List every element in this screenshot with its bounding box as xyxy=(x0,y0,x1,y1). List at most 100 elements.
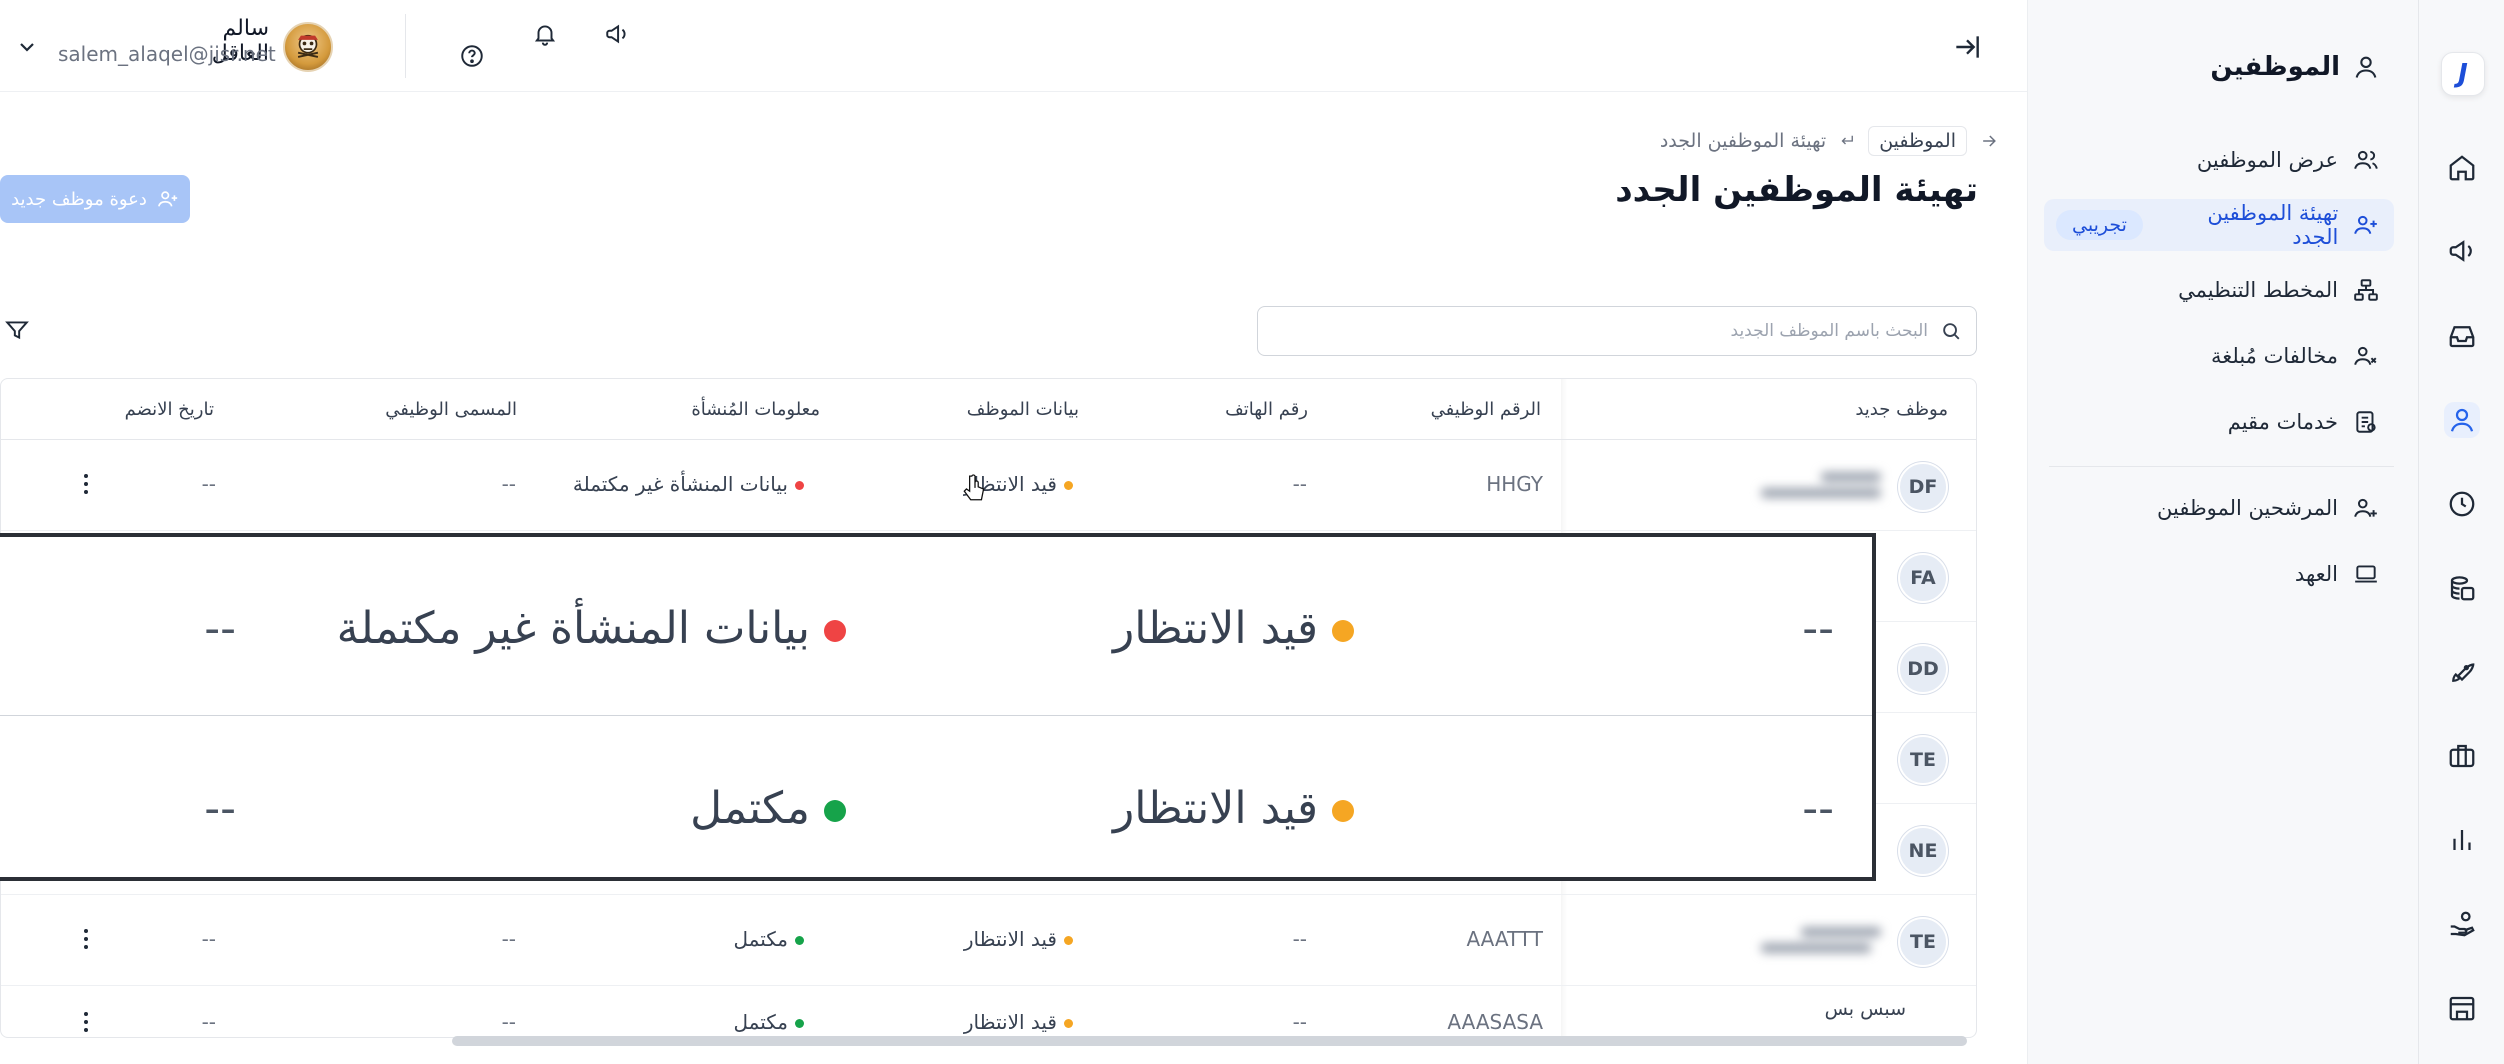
blurred-name xyxy=(1761,466,1891,506)
employee-id-cell: HHGY xyxy=(1486,472,1543,496)
chart-icon[interactable] xyxy=(2444,822,2480,858)
phone-cell: -- xyxy=(1802,603,1834,654)
logo-icon[interactable]: J xyxy=(2441,52,2485,96)
pending-dot-icon xyxy=(1064,481,1073,490)
column-header-new-employee: موظف جديد xyxy=(1855,399,1948,420)
breadcrumb-current: تهيئة الموظفين الجدد xyxy=(1659,130,1827,152)
job-title-cell: -- xyxy=(501,472,516,496)
phone-cell: -- xyxy=(1292,472,1307,496)
help-icon[interactable] xyxy=(457,41,487,71)
inbox-icon[interactable] xyxy=(2444,318,2480,354)
briefcase-icon[interactable] xyxy=(2444,738,2480,774)
avatar: DF xyxy=(1898,462,1948,512)
hand-coin-icon[interactable] xyxy=(2444,906,2480,942)
user-plus-icon xyxy=(2352,211,2380,239)
employees-icon[interactable] xyxy=(2444,402,2480,438)
phone-cell: -- xyxy=(1292,1010,1307,1034)
sidebar-item-candidates[interactable]: المرشحين الموظفين xyxy=(2044,482,2394,534)
sidebar-item-muqeem-services[interactable]: خدمات مقيم xyxy=(2044,396,2394,448)
employee-name: سبس بس xyxy=(1824,998,1906,1020)
establishment-status-cell: مكتمل xyxy=(690,783,846,834)
table-row[interactable]: DF HHGY -- قيد الانتظار بيانات المنشأة غ… xyxy=(1,440,1976,531)
zoom-magnifier: -- قيد الانتظار بيانات المنشأة غير مكتمل… xyxy=(0,533,1876,881)
column-header-employee-id: الرقم الوظيفي xyxy=(1430,399,1541,420)
horizontal-scrollbar[interactable] xyxy=(452,1036,1967,1046)
join-date-cell: -- xyxy=(201,1010,216,1034)
coins-icon[interactable] xyxy=(2444,570,2480,606)
incomplete-dot-icon xyxy=(824,620,846,642)
sidebar-item-org-chart[interactable]: المخطط التنظيمي xyxy=(2044,264,2394,316)
filter-icon[interactable] xyxy=(4,317,30,343)
join-date-cell: -- xyxy=(201,472,216,496)
chevron-down-icon[interactable] xyxy=(12,32,42,62)
incomplete-dot-icon xyxy=(795,481,804,490)
table-row[interactable]: TE AAATTT -- قيد الانتظار مكتمل -- -- xyxy=(1,895,1976,986)
megaphone-icon[interactable] xyxy=(2444,233,2480,269)
sidebar-item-onboarding[interactable]: تهيئة الموظفين الجدد تجريبي xyxy=(2044,199,2394,251)
zoom-row: -- قيد الانتظار مكتمل -- xyxy=(0,725,1872,895)
job-title-cell: -- xyxy=(501,1010,516,1034)
clock-icon[interactable] xyxy=(2444,486,2480,522)
row-menu-icon[interactable] xyxy=(79,470,93,498)
column-header-job-title: المسمى الوظيفي xyxy=(385,399,517,420)
avatar: DD xyxy=(1898,644,1948,694)
sidebar-item-violations[interactable]: مخالفات مُبلغة xyxy=(2044,330,2394,382)
avatar: NE xyxy=(1898,826,1948,876)
arrow-right-icon[interactable] xyxy=(1979,131,1999,151)
employee-status-cell: قيد الانتظار xyxy=(964,927,1073,951)
job-title-cell: -- xyxy=(501,927,516,951)
column-header-employee-data: بيانات الموظف xyxy=(966,399,1079,420)
side-panel: الموظفين عرض الموظفين تهيئة الموظفين الج… xyxy=(2027,0,2418,1064)
establishment-status-cell: بيانات المنشأة غير مكتملة xyxy=(337,603,846,654)
collapse-sidebar-icon[interactable] xyxy=(1950,30,1984,64)
search-icon xyxy=(1940,320,1962,342)
user-x-icon xyxy=(2352,342,2380,370)
trial-badge: تجريبي xyxy=(2056,210,2143,240)
pending-dot-icon xyxy=(1332,800,1354,822)
complete-dot-icon xyxy=(795,936,804,945)
row-menu-icon[interactable] xyxy=(79,1008,93,1036)
column-header-establishment-info: معلومات المُنشأة xyxy=(691,399,820,420)
divider xyxy=(0,715,1872,716)
establishment-status-cell: بيانات المنشأة غير مكتملة xyxy=(573,472,804,496)
return-icon xyxy=(1838,132,1856,150)
employee-status-cell: قيد الانتظار xyxy=(1113,783,1354,834)
join-date-cell: -- xyxy=(204,603,236,654)
pending-dot-icon xyxy=(1064,1019,1073,1028)
breadcrumb-root[interactable]: الموظفين xyxy=(1868,126,1967,156)
phone-cell: -- xyxy=(1802,783,1834,834)
row-menu-icon[interactable] xyxy=(79,925,93,953)
pending-dot-icon xyxy=(1332,620,1354,642)
laptop-icon xyxy=(2352,560,2380,588)
divider xyxy=(2049,466,2394,467)
user-icon xyxy=(2352,53,2380,81)
invite-employee-button[interactable]: دعوة موظف جديد xyxy=(0,175,190,223)
search-input[interactable] xyxy=(1328,321,1928,341)
top-bar: سالم العاقل salem_alaqel@jisr.net xyxy=(0,0,2027,92)
avatar: FA xyxy=(1898,553,1948,603)
sidebar-item-custody[interactable]: العهد xyxy=(2044,548,2394,600)
section-title: الموظفين xyxy=(2210,52,2380,82)
rocket-icon[interactable] xyxy=(2444,654,2480,690)
avatar: TE xyxy=(1898,917,1948,967)
blurred-name xyxy=(1761,921,1891,961)
divider xyxy=(405,14,406,78)
employee-id-cell: AAATTT xyxy=(1466,927,1543,951)
employee-status-cell: قيد الانتظار xyxy=(964,1010,1073,1034)
users-icon xyxy=(2352,146,2380,174)
org-chart-icon xyxy=(2352,276,2380,304)
bell-icon[interactable] xyxy=(530,19,560,49)
avatar: TE xyxy=(1898,735,1948,785)
user-plus-icon xyxy=(157,188,179,210)
cursor-icon xyxy=(962,474,988,504)
megaphone-icon[interactable] xyxy=(602,19,632,49)
table-row[interactable]: سبس بس AAASASA -- قيد الانتظار مكتمل -- … xyxy=(1,986,1976,1037)
sidebar-item-view-employees[interactable]: عرض الموظفين xyxy=(2044,134,2394,186)
avatar[interactable] xyxy=(283,22,333,72)
building-icon[interactable] xyxy=(2444,990,2480,1026)
app-rail: J xyxy=(2418,0,2504,1064)
breadcrumb: الموظفين تهيئة الموظفين الجدد xyxy=(1660,126,1999,156)
home-icon[interactable] xyxy=(2444,150,2480,186)
user-email: salem_alaqel@jisr.net xyxy=(58,42,276,66)
join-date-cell: -- xyxy=(201,927,216,951)
